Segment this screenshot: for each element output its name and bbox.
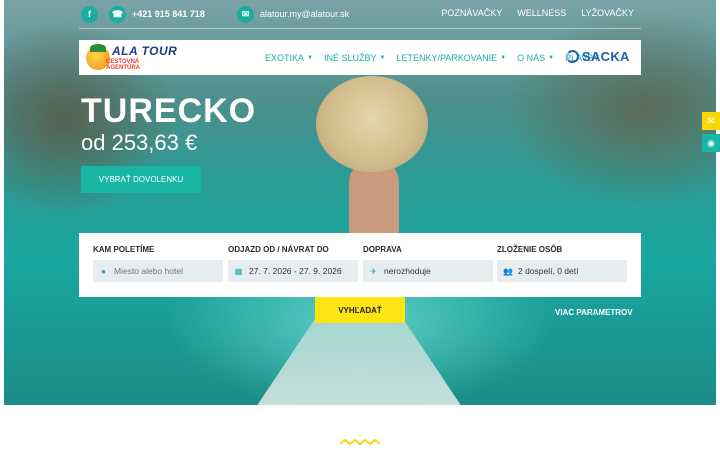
top-nav: POZNÁVAČKY WELLNESS LYŽOVAČKY [441,8,634,18]
destination-label: KAM POLETÍME [93,245,155,254]
calendar-icon: ▦ [234,266,243,276]
destination-input[interactable]: ● Miesto alebo hotel [93,260,223,282]
persons-value: 2 dospelí, 0 detí [518,266,579,276]
side-mail-button[interactable]: ✉ [702,112,720,130]
email-icon: ✉ [237,5,254,23]
logo-palm-icon [90,44,106,52]
menu-label: INÉ SLUŽBY [323,52,377,63]
facebook-link[interactable]: f [81,5,98,23]
sacka-text: SACKA [582,49,630,64]
menu-item-ine-sluzby[interactable]: INÉ SLUŽBY ▼ [324,53,385,63]
top-bar: f ☎ +421 915 841 718 ✉ alatour.my@alatou… [0,0,720,28]
facebook-icon: f [81,5,98,23]
main-menu: EXOTIKA ▼ INÉ SLUŽBY ▼ LETENKY/PARKOVANIE ▼… [265,40,599,75]
caret-down-icon: ▼ [307,54,313,61]
wave-divider-icon [340,438,380,446]
logo-text: ALA TOUR [112,44,178,58]
eye-icon: ◉ [707,137,715,148]
caret-down-icon: ▼ [548,54,555,61]
location-pin-icon: ● [101,266,106,276]
dates-value: 27. 7. 2026 - 27. 9. 2026 [249,266,342,276]
main-navbar: ALA TOUR CESTOVNÁ AGENTÚRA EXOTIKA ▼ INÉ … [79,40,641,75]
more-parameters-link[interactable]: VIAC PARAMETROV [555,308,633,317]
hero-person [349,160,399,240]
menu-label: O NÁS [517,52,546,63]
caret-down-icon: ▼ [500,54,507,61]
menu-label: EXOTIKA [265,52,305,63]
transport-value: nerozhoduje [384,266,431,276]
search-button[interactable]: VYHĽADAŤ [315,297,405,323]
email-link[interactable]: ✉ alatour.my@alatour.sk [237,5,349,23]
people-icon: 👥 [503,266,513,276]
choose-vacation-button[interactable]: VYBRAŤ DOVOLENKU [81,166,201,193]
hero-price: od 253,63 € [81,130,198,155]
persons-select[interactable]: 👥 2 dospelí, 0 detí [497,260,627,282]
logo-subtext: CESTOVNÁ AGENTÚRA [106,59,140,71]
destination-placeholder: Miesto alebo hotel [114,266,183,276]
topnav-poznavacky[interactable]: POZNÁVAČKY [441,8,502,18]
topnav-wellness[interactable]: WELLNESS [517,8,566,18]
site-logo[interactable]: ALA TOUR CESTOVNÁ AGENTÚRA [84,42,179,73]
menu-item-letenky[interactable]: LETENKY/PARKOVANIE ▼ [396,53,506,63]
transport-icon: ✈ [370,266,377,276]
side-view-button[interactable]: ◉ [702,134,720,152]
phone-number: +421 915 841 718 [132,9,205,19]
topnav-lyzovacky[interactable]: LYŽOVAČKY [581,8,634,18]
menu-label: LETENKY/PARKOVANIE [396,52,498,63]
phone-link[interactable]: ☎ +421 915 841 718 [109,5,205,23]
hero-hat [316,76,428,172]
menu-item-exotika[interactable]: EXOTIKA ▼ [265,53,313,63]
persons-label: ZLOŽENIE OSÔB [497,245,563,254]
hero-destination: TURECKO [81,92,257,130]
divider [79,28,641,29]
sacka-swirl-icon [566,50,579,63]
email-address: alatour.my@alatour.sk [260,9,350,19]
logo-subtext-2: AGENTÚRA [106,65,140,71]
search-panel: KAM POLETÍME ● Miesto alebo hotel ODJAZD… [79,233,641,297]
transport-label: DOPRAVA [363,245,402,254]
transport-select[interactable]: ✈ nerozhoduje [363,260,493,282]
caret-down-icon: ▼ [379,54,386,61]
mail-icon: ✉ [707,115,715,126]
dates-input[interactable]: ▦ 27. 7. 2026 - 27. 9. 2026 [228,260,358,282]
dates-label: ODJAZD OD / NÁVRAT DO [228,245,329,254]
sacka-partner-logo[interactable]: SACKA [566,49,630,64]
phone-icon: ☎ [109,5,126,23]
menu-item-o-nas[interactable]: O NÁS ▼ [517,53,554,63]
